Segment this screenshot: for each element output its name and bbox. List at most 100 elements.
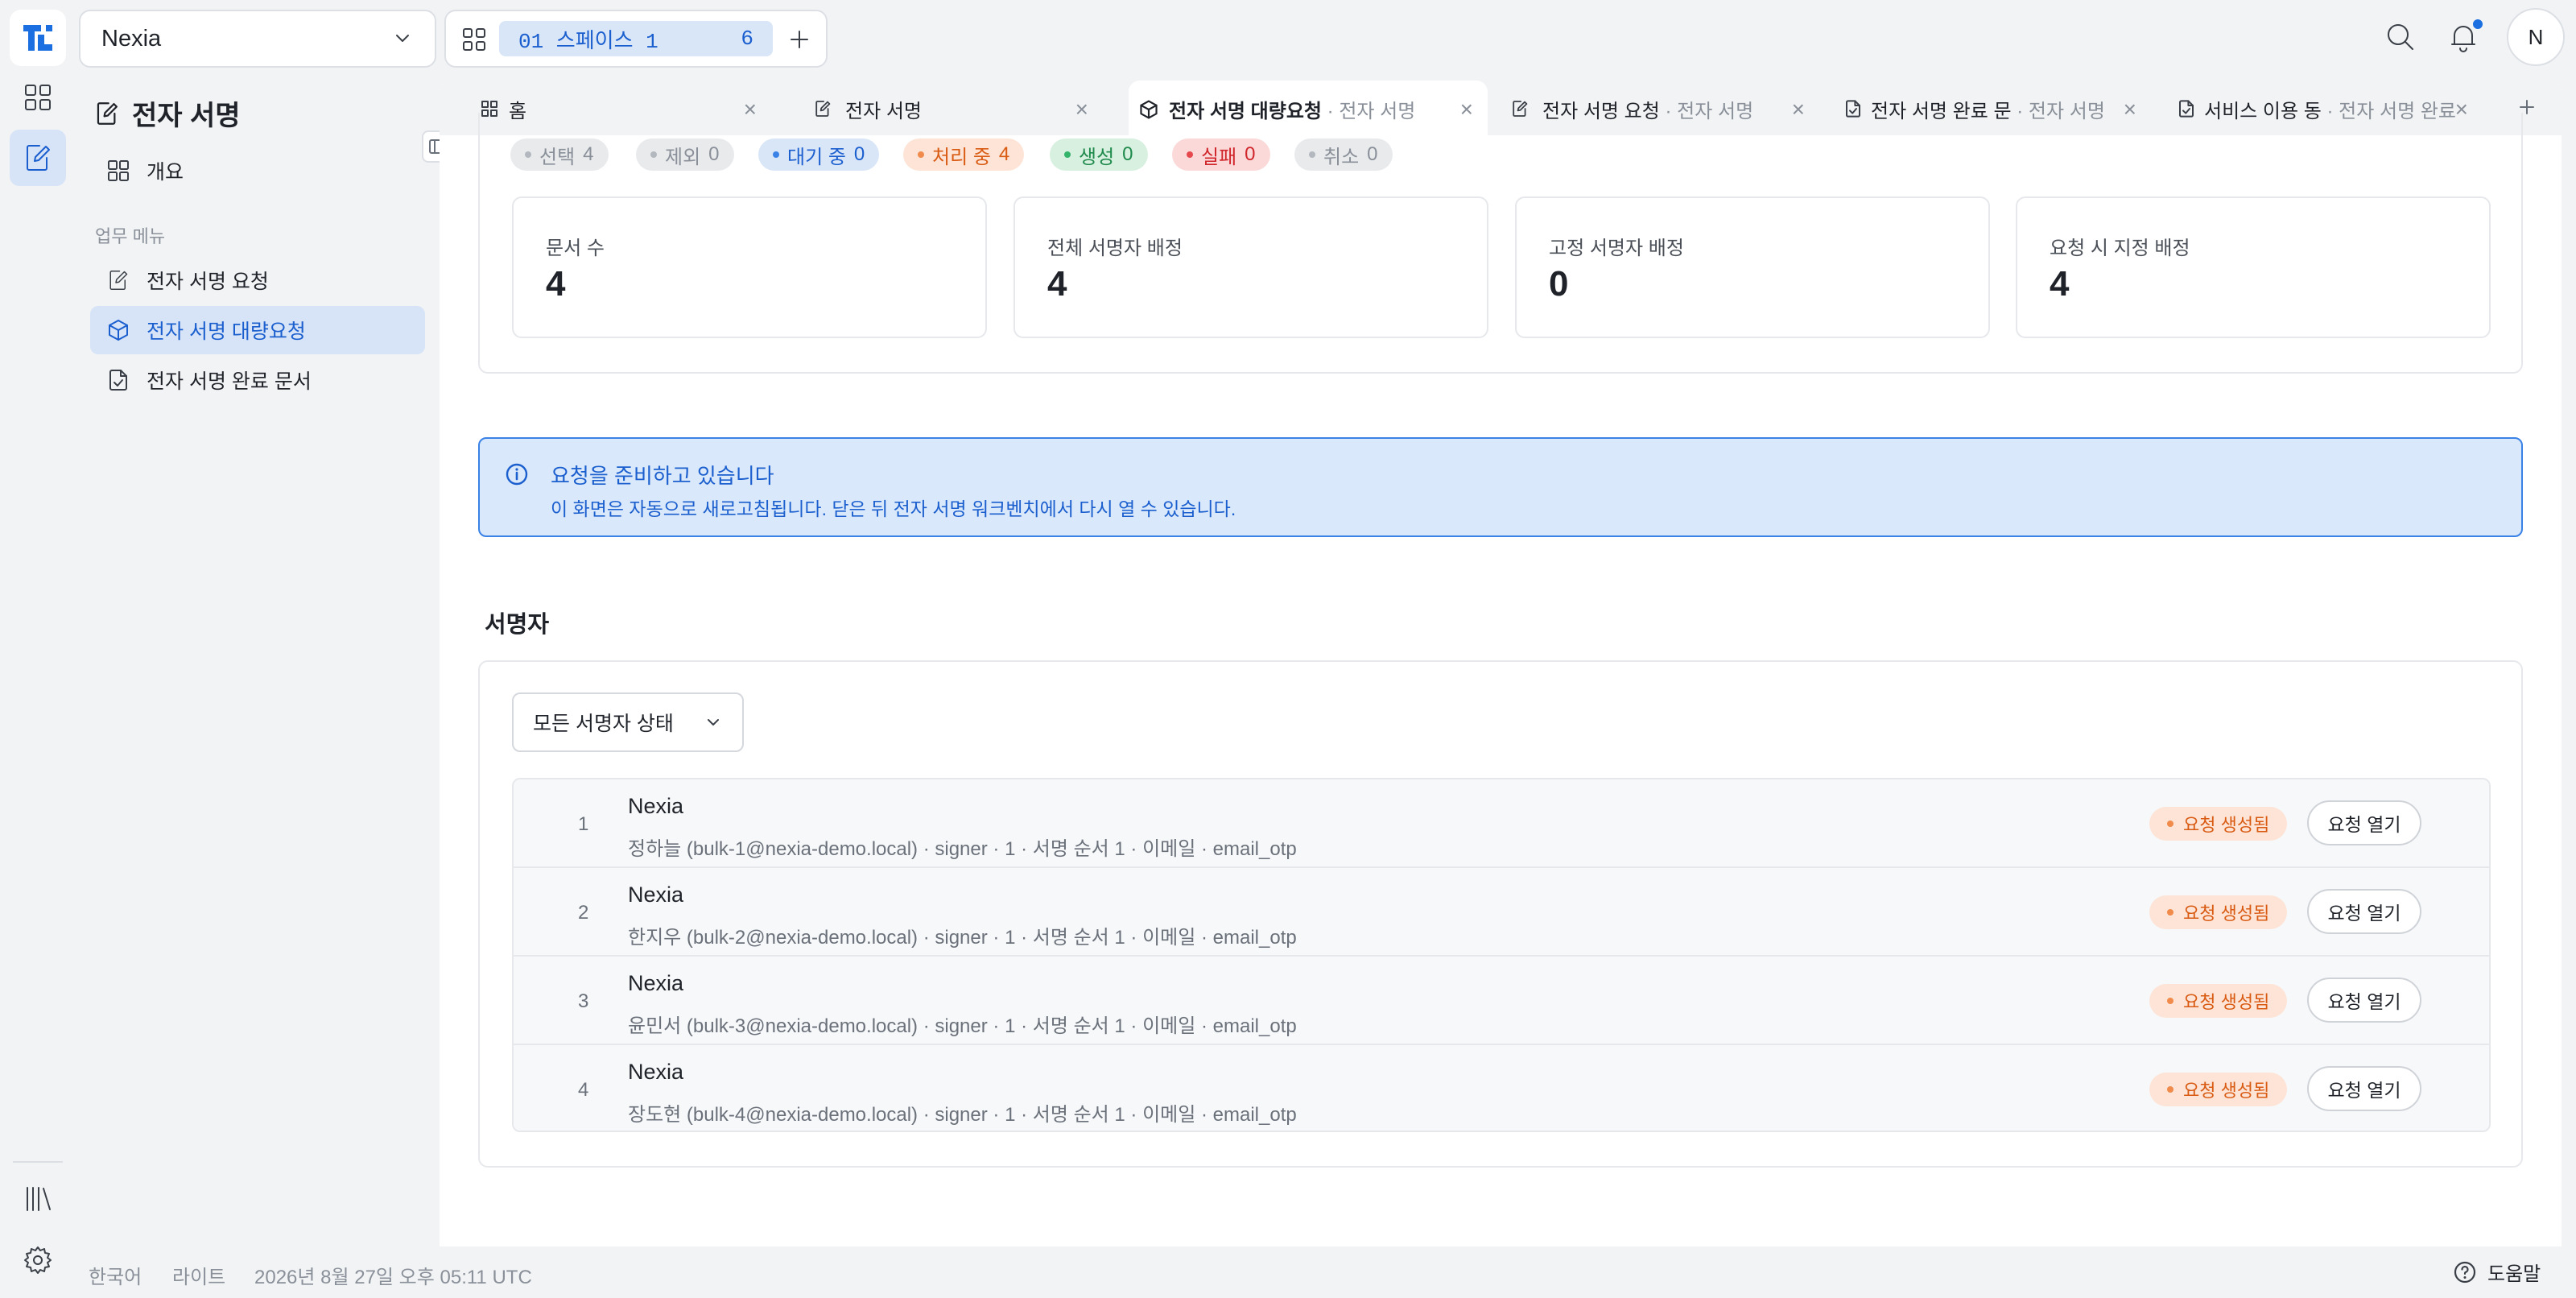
rail-esign-button[interactable] — [10, 130, 66, 186]
sidebar-item-esign-bulk[interactable]: 전자 서명 대량요청 — [90, 306, 425, 354]
status-dot — [2167, 998, 2174, 1004]
notification-badge — [2471, 18, 2484, 31]
spaces-grid-button[interactable] — [460, 26, 488, 53]
open-request-button[interactable]: 요청 열기 — [2307, 1066, 2421, 1111]
chip-count: 0 — [708, 143, 720, 165]
user-avatar[interactable]: N — [2507, 8, 2565, 66]
card-label: 요청 시 지정 배정 — [2050, 238, 2190, 259]
library-icon — [27, 1187, 51, 1211]
status-chip-excluded[interactable]: 제외 0 — [636, 138, 734, 171]
row-detail: 정하늘 (bulk-1@nexia-demo.local) · signer ·… — [628, 838, 1297, 860]
card-value: 4 — [1047, 264, 1067, 304]
search-icon — [2388, 24, 2413, 50]
rail-settings-button[interactable] — [10, 1232, 66, 1288]
alert-title: 요청을 준비하고 있습니다 — [551, 464, 774, 488]
alert-body: 이 화면은 자동으로 새로고침됩니다. 닫은 뒤 전자 서명 워크벤치에서 다시… — [551, 498, 1236, 519]
status-chip-cancelled[interactable]: 취소 0 — [1294, 138, 1393, 171]
status-dot — [2167, 1086, 2174, 1093]
grid-icon — [108, 160, 129, 181]
status-badge: 요청 생성됨 — [2149, 984, 2288, 1018]
sidebar-item-esign-request[interactable]: 전자 서명 요청 — [90, 256, 425, 304]
workspace-selector[interactable]: Nexia — [79, 10, 436, 68]
grid-icon — [463, 28, 485, 51]
card-value: 0 — [1549, 264, 1569, 304]
chip-count: 0 — [1122, 143, 1133, 165]
summary-card-documents: 문서 수 4 — [512, 196, 987, 338]
sign-document-icon — [97, 101, 118, 125]
open-request-button[interactable]: 요청 열기 — [2307, 978, 2421, 1023]
chip-label: 선택 — [539, 146, 576, 168]
add-space-button[interactable] — [786, 26, 813, 53]
status-chip-waiting[interactable]: 대기 중 0 — [758, 138, 880, 171]
rail-library-button[interactable] — [10, 1171, 66, 1227]
chip-count: 0 — [853, 143, 865, 165]
app-logo[interactable] — [10, 10, 66, 66]
language-selector[interactable]: 한국어 — [89, 1261, 142, 1289]
open-request-button[interactable]: 요청 열기 — [2307, 800, 2421, 845]
rail-apps-button[interactable] — [10, 69, 66, 126]
sidebar-title: 전자 서명 — [93, 93, 241, 133]
chip-label: 대기 중 — [787, 146, 846, 168]
help-label: 도움말 — [2487, 1263, 2541, 1285]
logo-icon — [23, 25, 52, 51]
signers-table: 1 Nexia 정하늘 (bulk-1@nexia-demo.local) · … — [512, 778, 2491, 1132]
theme-selector[interactable]: 라이트 — [172, 1261, 225, 1289]
space-count: 6 — [741, 27, 753, 51]
status-dot — [650, 151, 657, 158]
chip-label: 생성 — [1079, 146, 1115, 168]
chevron-down-icon — [396, 35, 409, 42]
chip-label: 취소 — [1323, 146, 1360, 168]
row-index: 2 — [578, 902, 589, 924]
sidebar-section-label: 업무 메뉴 — [95, 226, 166, 246]
row-index: 4 — [578, 1079, 589, 1101]
chip-count: 0 — [1245, 143, 1256, 165]
sidebar-title-text: 전자 서명 — [132, 101, 241, 131]
card-label: 문서 수 — [546, 238, 605, 259]
sidebar-item-esign-completed[interactable]: 전자 서명 완료 문서 — [90, 356, 425, 404]
chevron-down-icon — [708, 719, 719, 725]
status-badge: 요청 생성됨 — [2149, 895, 2288, 929]
help-icon — [2454, 1261, 2476, 1283]
sidebar-item-label: 개요 — [147, 161, 184, 184]
status-chip-created[interactable]: 생성 0 — [1050, 138, 1148, 171]
chip-count: 0 — [1367, 143, 1378, 165]
info-icon — [506, 463, 528, 486]
status-dot — [1187, 151, 1193, 158]
sign-document-icon — [27, 145, 50, 171]
status-chip-processing[interactable]: 처리 중 4 — [903, 138, 1025, 171]
status-chip-failed[interactable]: 실패 0 — [1172, 138, 1270, 171]
space-label: 01 스페이스 1 — [518, 29, 658, 54]
rail-divider — [13, 1161, 63, 1163]
card-value: 4 — [2050, 264, 2070, 304]
open-request-button[interactable]: 요청 열기 — [2307, 889, 2421, 934]
help-button[interactable]: 도움말 — [2452, 1258, 2541, 1286]
space-bar: 01 스페이스 1 6 — [444, 10, 828, 68]
plus-icon — [791, 31, 808, 48]
chip-count: 4 — [998, 143, 1010, 165]
grid-icon — [25, 85, 51, 110]
search-button[interactable] — [2383, 19, 2418, 55]
summary-card-all-signers: 전체 서명자 배정 4 — [1013, 196, 1488, 338]
space-tab[interactable]: 01 스페이스 1 6 — [499, 21, 773, 56]
sidebar-item-overview[interactable]: 개요 — [90, 147, 425, 195]
status-chip-selected[interactable]: 선택 4 — [510, 138, 609, 171]
status-dot — [2167, 821, 2174, 827]
info-alert: 요청을 준비하고 있습니다 이 화면은 자동으로 새로고침됩니다. 닫은 뒤 전… — [478, 437, 2523, 537]
status-dot — [918, 151, 924, 158]
status-dot — [1309, 151, 1315, 158]
summary-card-request-signers: 요청 시 지정 배정 4 — [2016, 196, 2491, 338]
row-name: Nexia — [628, 794, 684, 818]
table-row: 1 Nexia 정하늘 (bulk-1@nexia-demo.local) · … — [514, 779, 2489, 868]
chip-label: 처리 중 — [932, 146, 991, 168]
sidebar-item-label: 전자 서명 완료 문서 — [147, 370, 312, 393]
row-name: Nexia — [628, 971, 684, 995]
sign-document-icon — [109, 271, 128, 290]
chip-label: 실패 — [1201, 146, 1237, 168]
row-detail: 윤민서 (bulk-3@nexia-demo.local) · signer ·… — [628, 1015, 1297, 1037]
cube-icon — [109, 320, 128, 341]
row-detail: 장도현 (bulk-4@nexia-demo.local) · signer ·… — [628, 1104, 1297, 1126]
document-check-icon — [109, 370, 127, 391]
footer-datetime: 2026년 8월 27일 오후 05:11 UTC — [254, 1267, 532, 1288]
table-row: 3 Nexia 윤민서 (bulk-3@nexia-demo.local) · … — [514, 957, 2489, 1045]
signer-status-filter[interactable]: 모든 서명자 상태 — [512, 692, 744, 752]
